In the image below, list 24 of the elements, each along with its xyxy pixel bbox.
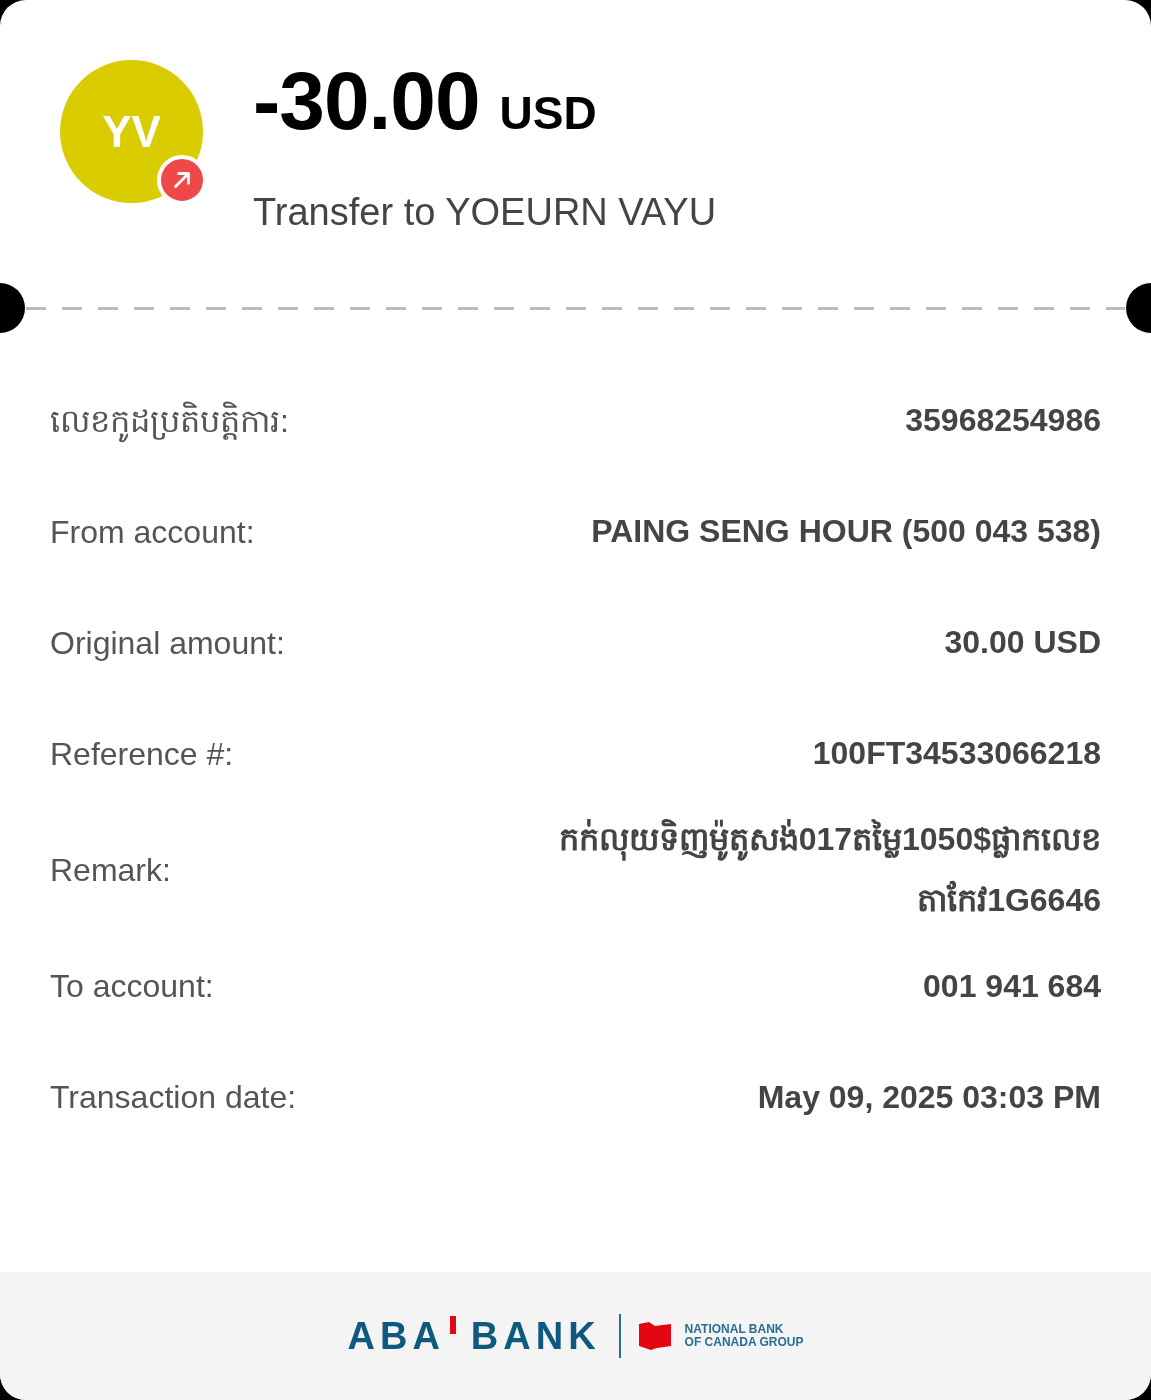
detail-label: Remark: bbox=[50, 850, 171, 890]
detail-value: May 09, 2025 03:03 PM bbox=[757, 1077, 1101, 1117]
amount: -30.00 bbox=[253, 60, 480, 142]
transfer-description: Transfer to YOEURN VAYU bbox=[253, 190, 717, 235]
detail-label: Transaction date: bbox=[50, 1078, 297, 1118]
detail-value: 001 941 684 bbox=[923, 966, 1101, 1006]
detail-value: 30.00 USD bbox=[944, 623, 1101, 663]
detail-label: Original amount: bbox=[50, 623, 285, 663]
logo-text: ABA bbox=[347, 1313, 445, 1359]
group-name: NATIONAL BANK bbox=[684, 1323, 785, 1336]
logo-mark-icon bbox=[448, 1316, 457, 1334]
detail-label: Reference #: bbox=[50, 734, 234, 774]
detail-value: កក់លុយទិញម៉ូតូសង់017តម្លៃ1050$ផ្លាកលេខតាកែវ1G6646 bbox=[557, 818, 1101, 920]
detail-value: PAING SENG HOUR (500 043 538) bbox=[591, 512, 1101, 552]
group-name: OF CANADA GROUP bbox=[684, 1336, 804, 1349]
flag-icon bbox=[638, 1322, 671, 1350]
avatar-initials: YV bbox=[102, 105, 161, 158]
detail-value: 35968254986 bbox=[905, 401, 1101, 441]
detail-label: To account: bbox=[50, 967, 214, 1007]
logo-text: BANK bbox=[470, 1313, 601, 1359]
detail-value: 100FT34533066218 bbox=[812, 734, 1101, 774]
detail-label: លេខកូដប្រតិបត្តិការ: bbox=[50, 396, 289, 445]
currency: USD bbox=[499, 86, 597, 141]
detail-label: From account: bbox=[50, 512, 255, 552]
